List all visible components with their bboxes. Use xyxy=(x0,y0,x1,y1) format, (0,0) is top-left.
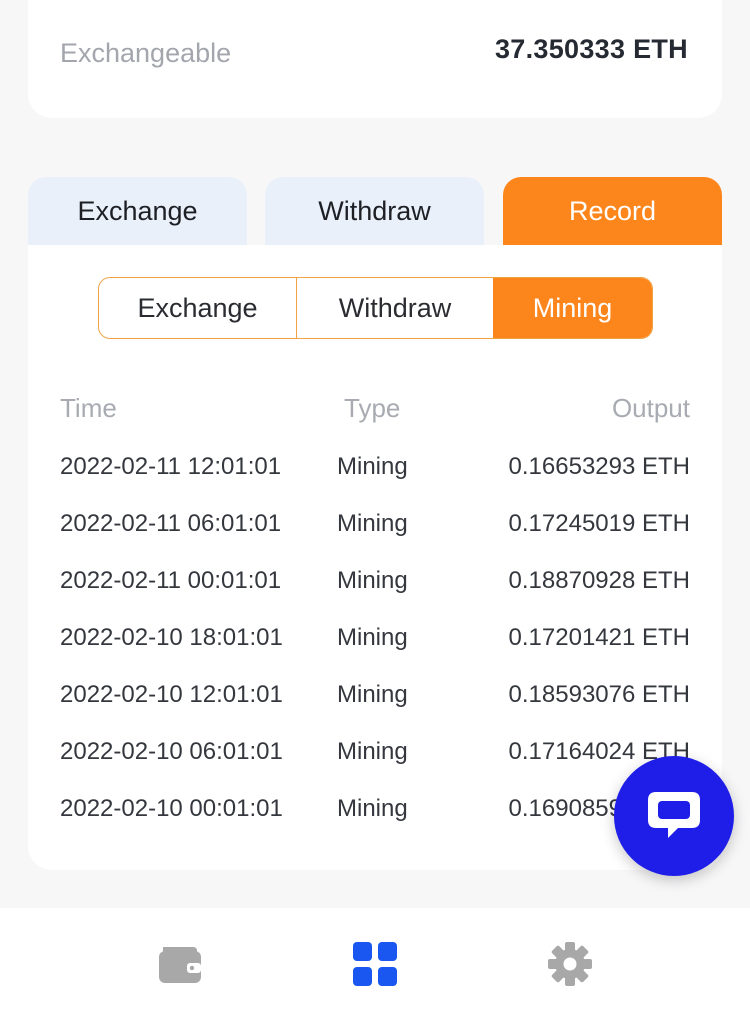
table-row: 2022-02-10 12:01:01 Mining 0.18593076 ET… xyxy=(28,681,722,738)
record-panel: Exchange Withdraw Mining Time Type Outpu… xyxy=(28,245,722,870)
nav-dashboard[interactable] xyxy=(351,940,399,988)
wallet-icon xyxy=(159,947,201,983)
apps-grid-icon xyxy=(353,942,397,986)
row-type: Mining xyxy=(337,681,408,708)
row-output: 0.17245019 ETH xyxy=(508,510,690,537)
balance-card: Exchangeable 37.350333 ETH xyxy=(28,0,722,118)
row-output: 0.16653293 ETH xyxy=(508,453,690,480)
table-row: 2022-02-11 06:01:01 Mining 0.17245019 ET… xyxy=(28,510,722,567)
tab-record[interactable]: Record xyxy=(503,177,722,245)
row-time: 2022-02-10 12:01:01 xyxy=(60,681,283,708)
chat-bubble-icon xyxy=(648,792,700,838)
record-type-segmented-control: Exchange Withdraw Mining xyxy=(98,277,653,339)
header-type: Type xyxy=(344,393,401,423)
table-header: Time Type Output xyxy=(28,393,722,429)
row-type: Mining xyxy=(337,510,408,537)
bottom-navigation xyxy=(0,908,750,1024)
row-type: Mining xyxy=(337,624,408,651)
row-type: Mining xyxy=(337,795,408,822)
nav-wallet[interactable] xyxy=(156,940,204,988)
live-chat-button[interactable] xyxy=(614,756,734,876)
row-time: 2022-02-11 06:01:01 xyxy=(60,510,282,537)
row-type: Mining xyxy=(337,453,408,480)
row-type: Mining xyxy=(337,567,408,594)
tab-exchange[interactable]: Exchange xyxy=(28,177,247,245)
row-time: 2022-02-11 00:01:01 xyxy=(60,567,282,594)
table-row: 2022-02-11 12:01:01 Mining 0.16653293 ET… xyxy=(28,453,722,510)
header-time: Time xyxy=(60,393,117,423)
table-row: 2022-02-10 06:01:01 Mining 0.17164024 ET… xyxy=(28,738,722,795)
row-output: 0.18593076 ETH xyxy=(508,681,690,708)
exchangeable-label: Exchangeable xyxy=(60,38,232,68)
row-output: 0.17201421 ETH xyxy=(508,624,690,651)
tab-withdraw[interactable]: Withdraw xyxy=(265,177,484,245)
segment-exchange[interactable]: Exchange xyxy=(99,278,297,338)
table-row: 2022-02-10 18:01:01 Mining 0.17201421 ET… xyxy=(28,624,722,681)
row-time: 2022-02-11 12:01:01 xyxy=(60,453,282,480)
gear-icon xyxy=(548,942,592,986)
nav-settings[interactable] xyxy=(546,940,594,988)
segment-withdraw[interactable]: Withdraw xyxy=(297,278,493,338)
row-time: 2022-02-10 06:01:01 xyxy=(60,738,283,765)
header-output: Output xyxy=(611,393,690,423)
row-time: 2022-02-10 18:01:01 xyxy=(60,624,283,651)
row-time: 2022-02-10 00:01:01 xyxy=(60,795,283,822)
main-tabs: Exchange Withdraw Record xyxy=(28,177,722,245)
segment-mining[interactable]: Mining xyxy=(493,278,652,338)
exchangeable-value: 37.350333 ETH xyxy=(494,34,688,64)
row-type: Mining xyxy=(337,738,408,765)
table-row: 2022-02-11 00:01:01 Mining 0.18870928 ET… xyxy=(28,567,722,624)
row-output: 0.18870928 ETH xyxy=(508,567,690,594)
